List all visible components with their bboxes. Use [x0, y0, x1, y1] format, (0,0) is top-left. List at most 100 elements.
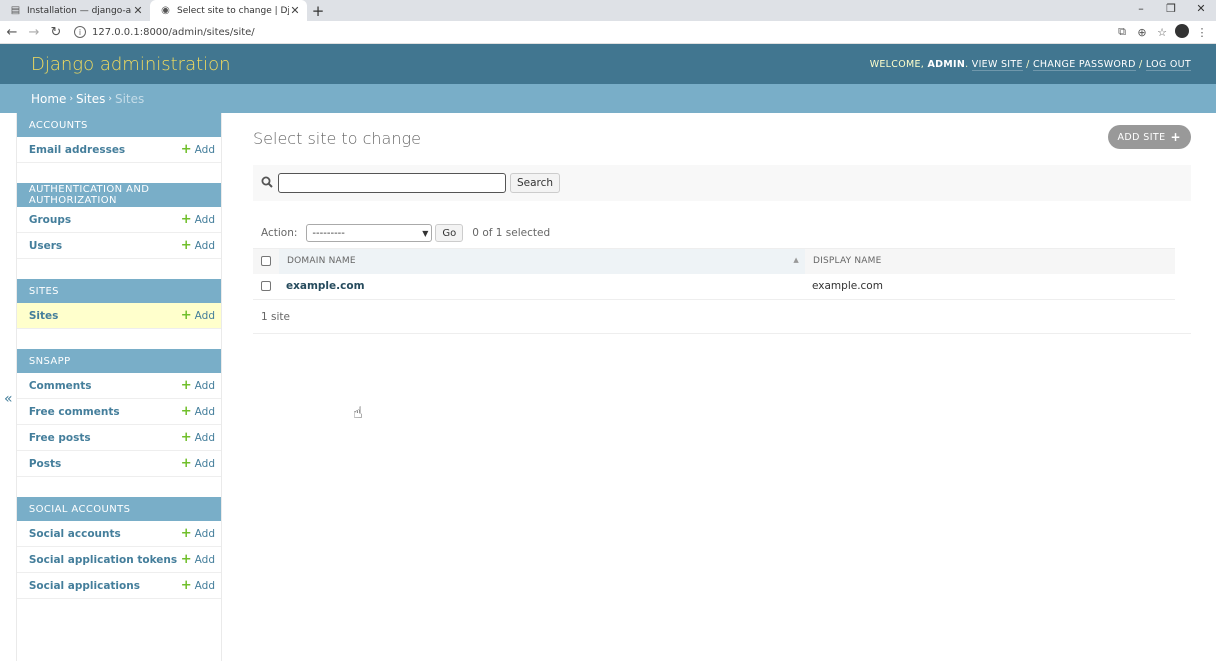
add-link[interactable]: + Add: [181, 579, 215, 592]
back-arrow-icon[interactable]: ←: [2, 25, 22, 40]
selection-count: 0 of 1 selected: [472, 227, 551, 239]
address-bar: ← → ↻ i 127.0.0.1:8000/admin/sites/site/…: [0, 21, 1216, 44]
info-icon[interactable]: i: [74, 26, 86, 38]
sidebar-item-social-application-tokens[interactable]: Social application tokens + Add: [16, 547, 221, 573]
search-button[interactable]: Search: [510, 173, 561, 193]
plus-icon: +: [180, 141, 192, 157]
forward-arrow-icon[interactable]: →: [24, 25, 44, 40]
sidebar-item-sites[interactable]: Sites + Add: [16, 303, 221, 329]
add-link[interactable]: + Add: [180, 237, 215, 253]
result-list: DOMAIN NAME ▲ DISPLAY NAME example.com ex…: [253, 248, 1175, 300]
zoom-icon[interactable]: ⊕: [1132, 26, 1152, 39]
sidebar-item-label[interactable]: Users: [29, 240, 62, 252]
module-social-accounts: SOCIAL ACCOUNTS Social accounts + Add Soc…: [16, 497, 221, 599]
add-link[interactable]: + Add: [181, 553, 215, 566]
sidebar-item-comments[interactable]: Comments + Add: [16, 373, 221, 399]
add-link[interactable]: + Add: [180, 141, 215, 157]
actions-bar: Action: --------- ▼ Go 0 of 1 selected: [253, 221, 1191, 245]
sidebar-item-label[interactable]: Sites: [29, 310, 59, 322]
module-snsapp: SNSAPP Comments + Add Free comments + Add …: [16, 349, 221, 477]
sidebar-item-label[interactable]: Free posts: [29, 432, 91, 444]
search-input[interactable]: [278, 173, 506, 193]
module-caption[interactable]: AUTHENTICATION AND AUTHORIZATION: [16, 183, 221, 207]
translate-icon[interactable]: ⧉: [1112, 25, 1132, 39]
sidebar-item-users[interactable]: Users + Add: [16, 233, 221, 259]
plus-icon: +: [180, 237, 192, 253]
plus-icon: +: [180, 307, 192, 323]
module-caption[interactable]: SNSAPP: [16, 349, 221, 373]
sidebar-item-free-comments[interactable]: Free comments + Add: [16, 399, 221, 425]
sidebar-item-free-posts[interactable]: Free posts + Add: [16, 425, 221, 451]
add-link[interactable]: + Add: [181, 213, 215, 226]
action-select[interactable]: --------- ▼: [306, 224, 433, 242]
add-link[interactable]: + Add: [181, 457, 215, 470]
restore-icon[interactable]: ❐: [1156, 0, 1186, 21]
sidebar-item-label[interactable]: Posts: [29, 458, 61, 470]
star-icon[interactable]: ☆: [1152, 26, 1172, 39]
browser-tab-sites[interactable]: ◉ Select site to change | Django ✕: [150, 0, 307, 21]
module-auth: AUTHENTICATION AND AUTHORIZATION Groups …: [16, 183, 221, 259]
site-brand[interactable]: Django administration: [31, 54, 231, 75]
breadcrumb: Home › Sites › Sites: [0, 84, 1216, 113]
user-tools: WELCOME, ADMIN. VIEW SITE / CHANGE PASSW…: [869, 58, 1191, 71]
plus-icon: +: [180, 525, 192, 541]
add-link[interactable]: + Add: [180, 307, 215, 323]
sidebar-item-label[interactable]: Social accounts: [29, 528, 121, 540]
display-name-cell: example.com: [805, 273, 1175, 300]
column-domain-name[interactable]: DOMAIN NAME ▲: [279, 248, 805, 274]
nav-sidebar: ACCOUNTS Email addresses + Add AUTHENTICA…: [16, 113, 222, 661]
close-icon[interactable]: ✕: [289, 4, 301, 17]
double-chevron-left-icon[interactable]: «: [4, 391, 13, 407]
close-window-icon[interactable]: ✕: [1186, 0, 1216, 21]
module-caption[interactable]: SITES: [16, 279, 221, 303]
url-field[interactable]: i 127.0.0.1:8000/admin/sites/site/: [66, 22, 1112, 42]
plus-icon: +: [1170, 130, 1181, 144]
select-all-header: [253, 248, 279, 274]
go-button[interactable]: Go: [435, 224, 464, 242]
reload-icon[interactable]: ↻: [46, 25, 66, 40]
sidebar-item-groups[interactable]: Groups + Add: [16, 207, 221, 233]
sidebar-item-label[interactable]: Social applications: [29, 580, 140, 592]
close-icon[interactable]: ✕: [132, 4, 144, 17]
column-display-name[interactable]: DISPLAY NAME: [805, 248, 1175, 274]
module-caption[interactable]: SOCIAL ACCOUNTS: [16, 497, 221, 521]
add-link[interactable]: + Add: [181, 405, 215, 418]
breadcrumb-home[interactable]: Home: [31, 92, 66, 106]
add-link[interactable]: + Add: [181, 379, 215, 392]
username: ADMIN: [927, 58, 966, 70]
module-caption[interactable]: ACCOUNTS: [16, 113, 221, 137]
add-link[interactable]: + Add: [180, 525, 215, 541]
sidebar-item-label[interactable]: Comments: [29, 380, 92, 392]
table-row: example.com example.com: [253, 273, 1175, 300]
sidebar-item-social-applications[interactable]: Social applications + Add: [16, 573, 221, 599]
django-header: Django administration WELCOME, ADMIN. VI…: [0, 44, 1216, 84]
domain-link[interactable]: example.com: [286, 280, 365, 292]
add-site-button[interactable]: ADD SITE +: [1107, 125, 1191, 149]
add-link[interactable]: + Add: [180, 429, 215, 445]
sidebar-item-email-addresses[interactable]: Email addresses + Add: [16, 137, 221, 163]
new-tab-icon[interactable]: +: [307, 0, 329, 21]
sidebar-item-label[interactable]: Free comments: [29, 406, 120, 418]
select-all-checkbox[interactable]: [261, 256, 271, 266]
logout-link[interactable]: LOG OUT: [1145, 58, 1191, 71]
view-site-link[interactable]: VIEW SITE: [971, 58, 1023, 71]
sort-ascending-icon[interactable]: ▲: [793, 256, 799, 264]
row-checkbox[interactable]: [261, 281, 271, 292]
sidebar-item-posts[interactable]: Posts + Add: [16, 451, 221, 477]
sidebar-item-label[interactable]: Social application tokens: [29, 554, 177, 566]
action-label: Action:: [261, 227, 298, 239]
document-icon: ▤: [10, 5, 21, 16]
module-accounts: ACCOUNTS Email addresses + Add: [16, 113, 221, 163]
toggle-nav-sidebar[interactable]: «: [0, 113, 17, 661]
chevron-down-icon: ▼: [422, 228, 429, 238]
sidebar-item-label[interactable]: Groups: [29, 214, 71, 226]
browser-tab-installation[interactable]: ▤ Installation — django-allauth 0 ✕: [0, 0, 150, 21]
profile-avatar[interactable]: [1172, 23, 1192, 41]
breadcrumb-app[interactable]: Sites: [76, 92, 105, 106]
menu-icon[interactable]: ⋮: [1192, 26, 1212, 39]
change-password-link[interactable]: CHANGE PASSWORD: [1032, 58, 1136, 71]
minimize-icon[interactable]: –: [1126, 0, 1156, 21]
sidebar-item-social-accounts[interactable]: Social accounts + Add: [16, 521, 221, 547]
plus-icon: +: [180, 429, 192, 445]
sidebar-item-label[interactable]: Email addresses: [29, 144, 125, 156]
